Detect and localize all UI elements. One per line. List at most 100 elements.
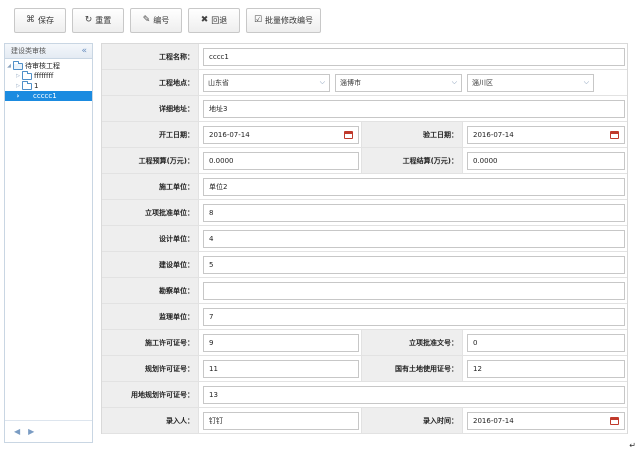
form-row: 录入人： 钉钉 录入时间： 2016-07-14: [102, 408, 627, 434]
left-panel-title: 建设类审核: [11, 47, 46, 55]
scroll-left-icon[interactable]: ◀: [14, 427, 20, 436]
approval-unit-input[interactable]: 8: [203, 203, 625, 222]
land-use-cert-label: 国有土地使用证号：: [362, 356, 463, 381]
reset-label: 重置: [95, 16, 112, 25]
return-mark-icon: ↵: [629, 441, 636, 450]
construction-unit-input[interactable]: 单位2: [203, 177, 625, 196]
start-date-label: 开工日期：: [102, 122, 199, 147]
builder-unit-input[interactable]: 5: [203, 255, 625, 274]
chevron-right-icon[interactable]: ›: [15, 92, 21, 100]
form-row: 设计单位： 4: [102, 226, 627, 252]
form-row: 立项批准单位： 8: [102, 200, 627, 226]
design-unit-label: 设计单位：: [102, 226, 199, 251]
construction-permit-input[interactable]: 9: [203, 333, 359, 352]
save-button[interactable]: ⌘ 保存: [14, 8, 66, 33]
entered-time-label: 录入时间：: [362, 408, 463, 433]
land-planning-permit-input[interactable]: 13: [203, 385, 625, 404]
rollback-label: 回退: [211, 16, 228, 25]
city-select[interactable]: 淄博市 ⌵: [335, 73, 462, 92]
reset-button[interactable]: ↻ 重置: [72, 8, 124, 33]
entered-by-input[interactable]: 钉钉: [203, 411, 359, 430]
form-row: 工程预算(万元)： 0.0000 工程结算(万元)： 0.0000: [102, 148, 627, 174]
chevron-down-icon: ⌵: [583, 78, 589, 86]
survey-unit-input[interactable]: [203, 281, 625, 300]
tree-node-label: ccccc1: [33, 92, 57, 100]
form-row: 勘察单位：: [102, 278, 627, 304]
calendar-icon[interactable]: [610, 416, 619, 425]
chevron-down-icon: ⌵: [451, 78, 457, 86]
planning-permit-label: 规划许可证号：: [102, 356, 199, 381]
form-row: 监理单位： 7: [102, 304, 627, 330]
expand-arrow-icon[interactable]: ◢: [6, 63, 12, 69]
supervision-unit-input[interactable]: 7: [203, 307, 625, 326]
collapse-icon[interactable]: «: [81, 46, 87, 56]
folder-open-icon: [13, 60, 23, 70]
tree-node-1[interactable]: ▷ 1: [5, 80, 92, 91]
form-row: 规划许可证号： 11 国有土地使用证号： 12: [102, 356, 627, 382]
tree-node-ffffffff[interactable]: ▷ ffffffff: [5, 70, 92, 81]
project-tree: ◢ 待审核工程 ▷ ffffffff ▷ 1 › ccccc1: [5, 59, 92, 101]
district-select[interactable]: 淄川区 ⌵: [467, 73, 594, 92]
batch-edit-number-label: 批量修改编号: [265, 16, 314, 25]
toolbar: ⌘ 保存 ↻ 重置 ✎ 编号 ✖ 回退 ☑ 批量修改编号: [14, 8, 321, 34]
checkbox-icon: ☑: [253, 15, 263, 25]
form-row: 施工单位： 单位2: [102, 174, 627, 200]
province-select[interactable]: 山东省 ⌵: [203, 73, 330, 92]
land-planning-permit-label: 用地规划许可证号：: [102, 382, 199, 407]
folder-icon: [22, 80, 32, 90]
chevron-down-icon: ⌵: [319, 78, 325, 86]
approval-doc-label: 立项批准文号：: [362, 330, 463, 355]
settlement-input[interactable]: 0.0000: [467, 151, 625, 170]
tree-node-label: 1: [34, 82, 39, 90]
calendar-icon[interactable]: [610, 130, 619, 139]
address-label: 详细地址：: [102, 96, 199, 121]
form-row: 施工许可证号： 9 立项批准文号： 0: [102, 330, 627, 356]
settlement-label: 工程结算(万元)：: [362, 148, 463, 173]
construction-permit-label: 施工许可证号：: [102, 330, 199, 355]
project-name-label: 工程名称：: [102, 44, 199, 69]
tree-node-label: 待审核工程: [25, 62, 60, 70]
rollback-button[interactable]: ✖ 回退: [188, 8, 240, 33]
location-label: 工程地点：: [102, 70, 199, 95]
approval-unit-label: 立项批准单位：: [102, 200, 199, 225]
reset-icon: ↻: [84, 15, 93, 25]
construction-unit-label: 施工单位：: [102, 174, 199, 199]
number-button[interactable]: ✎ 编号: [130, 8, 182, 33]
left-panel: 建设类审核 « ◢ 待审核工程 ▷ ffffffff ▷ 1 › ccccc1 …: [4, 43, 93, 443]
tree-node-label: ffffffff: [34, 72, 54, 80]
left-panel-header: 建设类审核 «: [5, 44, 92, 59]
folder-icon: [22, 70, 32, 80]
address-input[interactable]: 地址3: [203, 99, 625, 118]
acceptance-date-input[interactable]: 2016-07-14: [467, 125, 625, 144]
acceptance-date-label: 验工日期：: [362, 122, 463, 147]
project-name-input[interactable]: cccc1: [203, 47, 625, 66]
tree-node-pending[interactable]: ◢ 待审核工程: [5, 60, 92, 71]
planning-permit-input[interactable]: 11: [203, 359, 359, 378]
project-form: 工程名称： cccc1 工程地点： 山东省 ⌵ 淄博市 ⌵ 淄川区 ⌵ 详细地址： 地…: [101, 43, 628, 434]
form-row: 建设单位： 5: [102, 252, 627, 278]
budget-input[interactable]: 0.0000: [203, 151, 359, 170]
save-label: 保存: [38, 16, 54, 25]
calendar-icon[interactable]: [344, 130, 353, 139]
survey-unit-label: 勘察单位：: [102, 278, 199, 303]
scroll-right-icon[interactable]: ▶: [28, 427, 34, 436]
tree-node-ccccc1[interactable]: › ccccc1: [5, 91, 92, 101]
save-icon: ⌘: [26, 15, 35, 25]
number-label: 编号: [153, 16, 170, 25]
form-row: 详细地址： 地址3: [102, 96, 627, 122]
batch-edit-number-button[interactable]: ☑ 批量修改编号: [246, 8, 321, 33]
land-use-cert-input[interactable]: 12: [467, 359, 625, 378]
approval-doc-input[interactable]: 0: [467, 333, 625, 352]
design-unit-input[interactable]: 4: [203, 229, 625, 248]
form-row: 工程名称： cccc1: [102, 44, 627, 70]
form-row: 用地规划许可证号： 13: [102, 382, 627, 408]
builder-unit-label: 建设单位：: [102, 252, 199, 277]
entered-by-label: 录入人：: [102, 408, 199, 433]
entered-time-input[interactable]: 2016-07-14: [467, 411, 625, 430]
start-date-input[interactable]: 2016-07-14: [203, 125, 359, 144]
collapse-arrow-icon[interactable]: ▷: [15, 83, 21, 89]
budget-label: 工程预算(万元)：: [102, 148, 199, 173]
collapse-arrow-icon[interactable]: ▷: [15, 73, 21, 79]
close-icon: ✖: [200, 15, 209, 25]
form-row: 开工日期： 2016-07-14 验工日期： 2016-07-14: [102, 122, 627, 148]
